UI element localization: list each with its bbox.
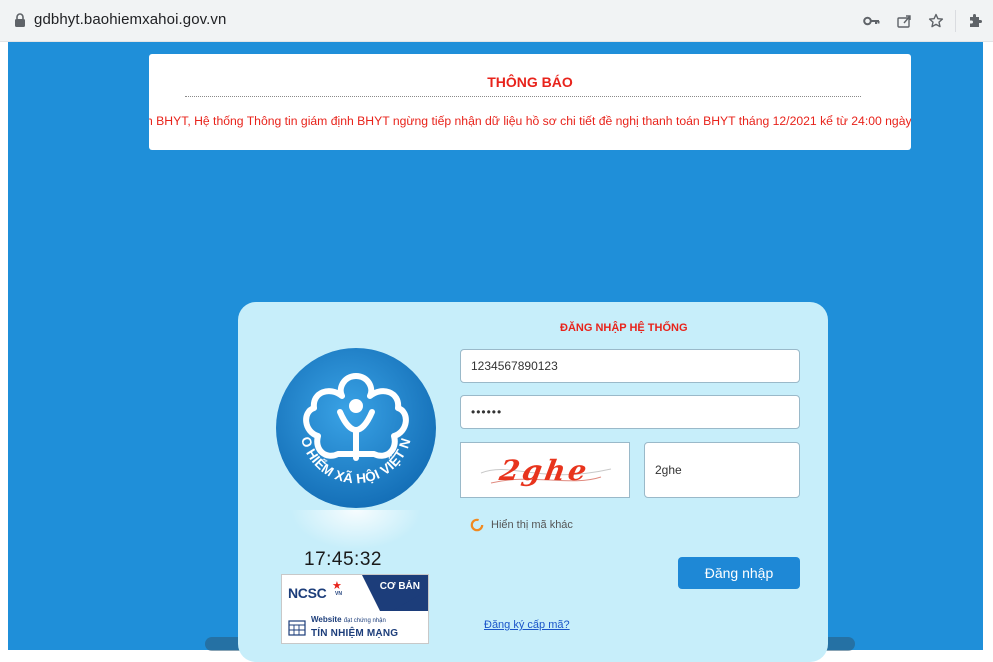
share-icon[interactable] <box>894 11 914 31</box>
login-title: ĐĂNG NHẬP HỆ THỐNG <box>560 322 688 334</box>
refresh-captcha-label[interactable]: Hiển thị mã khác <box>491 519 573 531</box>
refresh-icon <box>470 518 484 532</box>
ncsc-trust-badge[interactable]: NCSC ★ VN CƠ BẢN Website đạt chứng nhận … <box>281 574 429 644</box>
captcha-image: 2ghe <box>460 442 630 498</box>
login-button[interactable]: Đăng nhập <box>678 557 800 589</box>
refresh-captcha-link[interactable]: Hiển thị mã khác <box>470 518 573 532</box>
clock: 17:45:32 <box>304 549 382 570</box>
badge-level: CƠ BẢN <box>379 581 420 592</box>
username-input[interactable] <box>460 349 800 383</box>
notice-divider <box>185 96 861 97</box>
password-input[interactable] <box>460 395 800 429</box>
toolbar-separator <box>955 10 956 32</box>
badge-trust-line: TÍN NHIỆM MẠNG <box>311 628 399 639</box>
key-icon[interactable] <box>862 11 882 31</box>
web-grid-icon <box>288 620 306 636</box>
notice-title: THÔNG BÁO <box>487 74 573 90</box>
badge-website-small: đạt chứng nhận <box>343 618 386 624</box>
vss-logo: BẢO HIỂM XÃ HỘI VIỆT NAM <box>274 346 436 508</box>
badge-brand: NCSC <box>288 585 327 601</box>
page-background: THÔNG BÁO h BHYT, Hệ thống Thông tin giá… <box>8 42 983 662</box>
captcha-code: 2ghe <box>497 453 593 487</box>
captcha-input[interactable] <box>644 442 800 498</box>
star-icon[interactable] <box>926 11 946 31</box>
badge-website-line: Website đạt chứng nhận <box>311 615 386 624</box>
extensions-icon[interactable] <box>965 11 985 31</box>
logo-reflection <box>290 510 422 550</box>
badge-brand-suffix: VN <box>335 591 342 597</box>
login-card: ĐĂNG NHẬP HỆ THỐNG BẢO HIỂM XÃ HỘI VIỆT … <box>238 302 828 662</box>
browser-address-bar: gdbhyt.baohiemxahoi.gov.vn <box>0 0 993 42</box>
badge-website-bold: Website <box>311 615 342 624</box>
lock-icon[interactable] <box>14 13 26 27</box>
notice-scrolling-message: h BHYT, Hệ thống Thông tin giám định BHY… <box>149 114 911 128</box>
url-text[interactable]: gdbhyt.baohiemxahoi.gov.vn <box>34 11 226 28</box>
register-link[interactable]: Đăng ký cấp mã? <box>484 619 570 631</box>
notice-panel: THÔNG BÁO h BHYT, Hệ thống Thông tin giá… <box>149 54 911 150</box>
